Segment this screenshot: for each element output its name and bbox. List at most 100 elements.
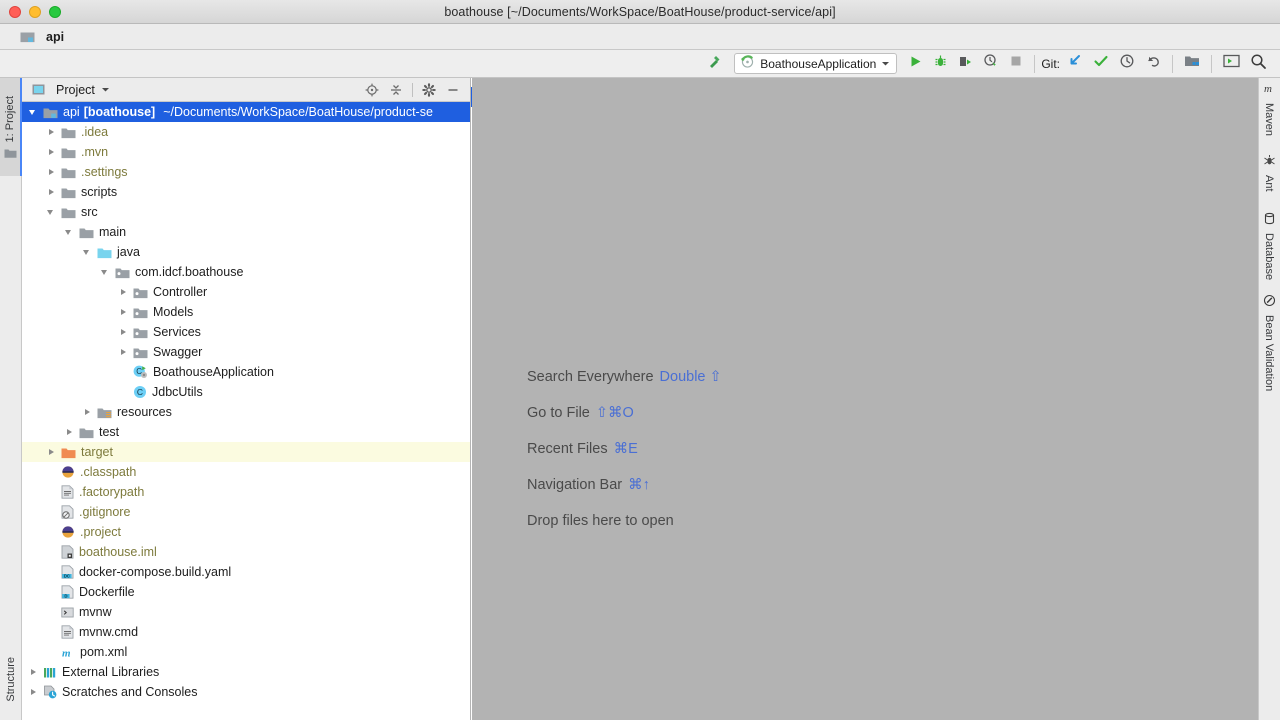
project-view-icon: [32, 83, 45, 96]
chevron-down-icon[interactable]: [101, 81, 110, 99]
tree-toggle-right-icon[interactable]: [46, 147, 57, 158]
tree-row[interactable]: .settings: [22, 162, 470, 182]
tree-toggle-down-icon[interactable]: [46, 207, 57, 218]
collapse-all-icon[interactable]: [385, 80, 407, 100]
tool-window-button-bean-validation[interactable]: Bean Validation: [1258, 294, 1280, 391]
editor-empty-area[interactable]: Search Everywhere Double ⇧ Go to File ⇧⌘O Re…: [471, 78, 1258, 720]
external-libraries-icon: [43, 666, 57, 679]
tree-row[interactable]: D Dockerfile: [22, 582, 470, 602]
stop-button[interactable]: [1004, 53, 1028, 75]
tree-row[interactable]: Swagger: [22, 342, 470, 362]
tree-row[interactable]: .mvn: [22, 142, 470, 162]
tree-row[interactable]: m pom.xml: [22, 642, 470, 662]
tree-toggle-right-icon[interactable]: [46, 167, 57, 178]
run-with-coverage-button[interactable]: [953, 53, 978, 75]
tree-toggle-right-icon[interactable]: [46, 447, 57, 458]
tree-row[interactable]: Models: [22, 302, 470, 322]
profiler-button[interactable]: [978, 53, 1004, 75]
tool-window-button-maven[interactable]: m Maven: [1258, 82, 1280, 136]
tree-row[interactable]: mvnw.cmd: [22, 622, 470, 642]
tree-row[interactable]: src: [22, 202, 470, 222]
tree-row[interactable]: api [boathouse] ~/Documents/WorkSpace/Boat…: [22, 102, 470, 122]
tree-toggle-down-icon[interactable]: [64, 227, 75, 238]
git-history-button[interactable]: [1114, 53, 1140, 75]
debug-button[interactable]: [928, 53, 953, 75]
tree-row[interactable]: Scratches and Consoles: [22, 682, 470, 702]
git-rollback-button[interactable]: [1140, 53, 1166, 75]
gear-icon[interactable]: [418, 80, 440, 100]
breadcrumb-item-api[interactable]: api: [46, 30, 64, 44]
minimize-button[interactable]: [29, 6, 41, 18]
close-button[interactable]: [9, 6, 21, 18]
zoom-button[interactable]: [49, 6, 61, 18]
project-panel-title[interactable]: Project: [56, 83, 95, 97]
tree-toggle-right-icon[interactable]: [118, 307, 129, 318]
git-group-label: Git:: [1041, 56, 1060, 71]
tool-window-button-ant[interactable]: Ant: [1258, 154, 1280, 192]
tree-toggle-right-icon[interactable]: [28, 687, 39, 698]
tree-row[interactable]: main: [22, 222, 470, 242]
tree-toggle-right-icon[interactable]: [118, 327, 129, 338]
tree-toggle-right-icon[interactable]: [118, 287, 129, 298]
tree-toggle-right-icon[interactable]: [118, 347, 129, 358]
update-project-icon: [1067, 53, 1083, 74]
selection-edge: [471, 87, 472, 107]
tree-toggle-right-icon[interactable]: [46, 127, 57, 138]
hide-icon[interactable]: [442, 80, 464, 100]
right-tool-window-bar: m Maven Ant Database Bean Validation: [1258, 78, 1280, 720]
project-structure-button[interactable]: [1179, 53, 1205, 75]
tree-row[interactable]: resources: [22, 402, 470, 422]
tree-toggle-right-icon[interactable]: [82, 407, 93, 418]
tree-row-label: boathouse.iml: [79, 545, 157, 559]
package-icon: [115, 266, 130, 279]
tree-row[interactable]: test: [22, 422, 470, 442]
tool-window-button-structure[interactable]: Structure: [0, 638, 22, 720]
tree-row[interactable]: .classpath: [22, 462, 470, 482]
docker-compose-file-icon: DC: [61, 565, 74, 579]
tree-row[interactable]: .factorypath: [22, 482, 470, 502]
stop-icon: [1009, 54, 1023, 73]
tree-row[interactable]: Services: [22, 322, 470, 342]
search-button[interactable]: [1245, 53, 1272, 75]
tree-row[interactable]: .idea: [22, 122, 470, 142]
git-commit-button[interactable]: [1088, 53, 1114, 75]
tree-row[interactable]: mvnw: [22, 602, 470, 622]
git-update-project-button[interactable]: [1062, 53, 1088, 75]
tree-row[interactable]: scripts: [22, 182, 470, 202]
tree-row[interactable]: C JdbcUtils: [22, 382, 470, 402]
tree-row[interactable]: java: [22, 242, 470, 262]
dockerfile-icon: D: [61, 585, 74, 599]
tree-toggle-right-icon[interactable]: [46, 187, 57, 198]
run-icon: [908, 54, 923, 74]
tree-toggle-right-icon[interactable]: [28, 667, 39, 678]
tree-row[interactable]: .project: [22, 522, 470, 542]
tool-window-label-project: 1: Project: [4, 95, 16, 143]
tree-row[interactable]: Controller: [22, 282, 470, 302]
tree-toggle-down-icon[interactable]: [100, 267, 111, 278]
tree-row[interactable]: External Libraries: [22, 662, 470, 682]
tree-row[interactable]: .gitignore: [22, 502, 470, 522]
tree-toggle-right-icon[interactable]: [64, 427, 75, 438]
scroll-from-source-icon[interactable]: [361, 80, 383, 100]
tree-row[interactable]: boathouse.iml: [22, 542, 470, 562]
run-configuration-selector[interactable]: BoathouseApplication: [734, 53, 898, 74]
tree-row-label: Models: [153, 305, 194, 319]
iml-file-icon: [61, 545, 74, 559]
tree-toggle-down-icon[interactable]: [28, 107, 39, 118]
build-button[interactable]: [702, 53, 728, 75]
tree-row[interactable]: C BoathouseApplication: [22, 362, 470, 382]
tree-row[interactable]: target: [22, 442, 470, 462]
tree-row[interactable]: DC docker-compose.build.yaml: [22, 562, 470, 582]
tool-window-button-database[interactable]: Database: [1258, 212, 1280, 280]
folder-icon: [61, 186, 76, 199]
svg-text:m: m: [1264, 83, 1272, 95]
tool-window-button-project[interactable]: 1: Project: [0, 78, 22, 176]
tree-row-label: pom.xml: [80, 645, 128, 659]
run-button[interactable]: [903, 53, 928, 75]
tree-row[interactable]: com.idcf.boathouse: [22, 262, 470, 282]
editor-hint-action: Recent Files: [527, 441, 608, 457]
tool-window-button[interactable]: [1218, 53, 1245, 75]
tree-toggle-down-icon[interactable]: [82, 247, 93, 258]
tree-row-label: Services: [153, 325, 201, 339]
